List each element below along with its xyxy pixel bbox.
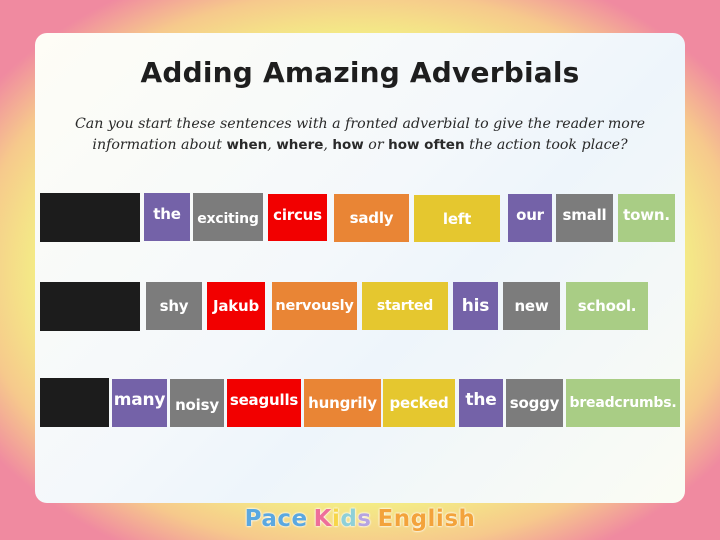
word-card-noun[interactable]: Jakub <box>207 282 265 330</box>
fronted-adverbial-blank[interactable] <box>40 378 109 427</box>
word-card-ending[interactable]: town. <box>618 194 675 242</box>
word-card-adjective[interactable]: shy <box>146 282 202 330</box>
word-card-adverb[interactable]: nervously <box>272 282 357 330</box>
word-card-determiner[interactable]: the <box>459 379 503 427</box>
keyword-how-often: how often <box>388 137 465 153</box>
word-card-adjective[interactable]: small <box>556 194 613 242</box>
word-card-verb[interactable]: pecked <box>383 379 455 427</box>
instruction-text: Can you start these sentences with a fro… <box>74 116 646 153</box>
keyword-where: where <box>276 137 324 153</box>
slide-title: Adding Amazing Adverbials <box>140 56 580 89</box>
fronted-adverbial-blank[interactable] <box>40 282 140 331</box>
keyword-when: when <box>226 137 268 153</box>
word-card-adverb[interactable]: sadly <box>334 194 409 242</box>
word-card-determiner[interactable]: many <box>112 379 167 427</box>
word-card-ending[interactable]: breadcrumbs. <box>566 379 680 427</box>
word-card-noun[interactable]: circus <box>268 194 327 241</box>
word-card-adjective[interactable]: soggy <box>506 379 563 427</box>
word-card-determiner[interactable]: our <box>508 194 552 242</box>
slide-card <box>35 33 685 503</box>
keyword-how: how <box>332 137 364 153</box>
pace-kids-english-logo: Pace Kids English <box>244 506 476 532</box>
word-card-adjective[interactable]: noisy <box>170 379 224 427</box>
word-card-determiner[interactable]: the <box>144 193 190 241</box>
fronted-adverbial-blank[interactable] <box>40 193 140 242</box>
word-card-ending[interactable]: school. <box>566 282 648 330</box>
instruction-line-1: Can you start these sentences with a fro… <box>74 116 646 132</box>
word-card-adverb[interactable]: hungrily <box>304 379 381 427</box>
word-card-noun[interactable]: seagulls <box>227 379 301 427</box>
word-card-adjective[interactable]: new <box>503 282 560 330</box>
word-card-verb[interactable]: started <box>362 282 448 330</box>
word-card-verb[interactable]: left <box>414 195 500 242</box>
word-card-determiner[interactable]: his <box>453 282 498 330</box>
word-card-adjective[interactable]: exciting <box>193 193 263 241</box>
